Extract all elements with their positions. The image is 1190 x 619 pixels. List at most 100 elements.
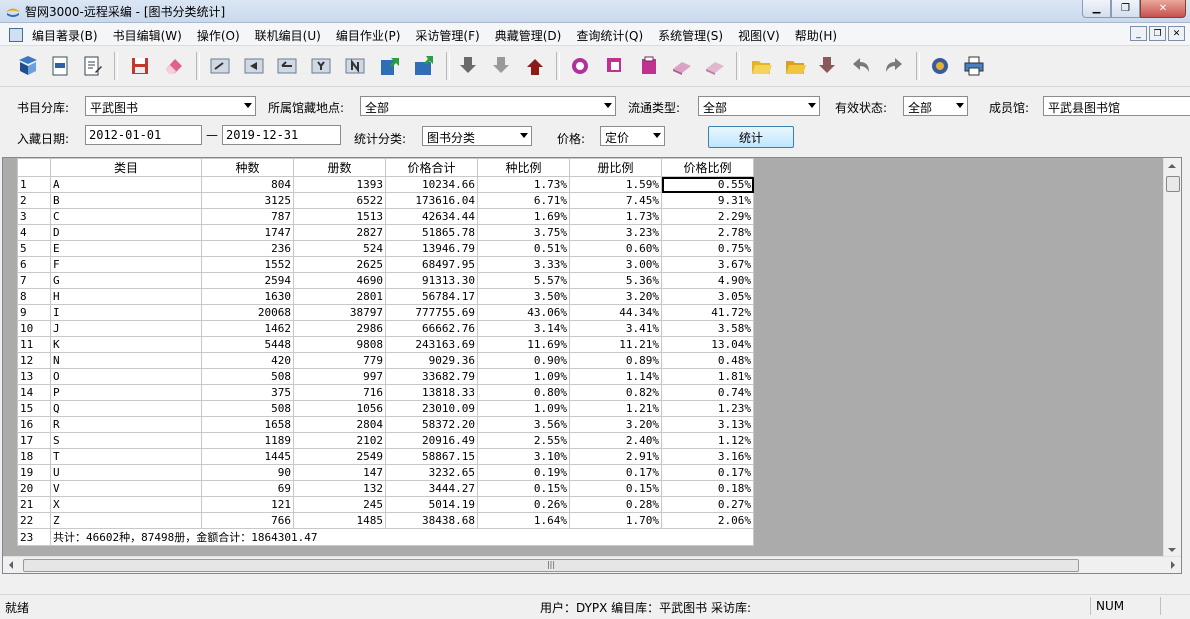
value-cell[interactable]: 804 [201, 176, 294, 193]
location-select[interactable]: 全部 [360, 96, 616, 116]
value-cell[interactable]: 1.59% [569, 176, 662, 193]
value-cell[interactable]: 1393 [293, 176, 386, 193]
table-row[interactable]: 4 D 1747 2827 51865.78 3.75% 3.23% 2.78% [17, 224, 754, 241]
table-row[interactable]: 2 B 3125 6522 173616.04 6.71% 7.45% 9.31% [17, 192, 754, 209]
value-cell[interactable]: 2.40% [569, 432, 662, 449]
category-cell[interactable]: O [50, 368, 202, 385]
value-cell[interactable]: 0.26% [477, 496, 570, 513]
menu-item-7[interactable]: 查询统计(Q) [576, 27, 643, 44]
value-cell[interactable]: 5014.19 [385, 496, 478, 513]
table-row[interactable]: 10 J 1462 2986 66662.76 3.14% 3.41% 3.58% [17, 320, 754, 337]
table-row[interactable]: 8 H 1630 2801 56784.17 3.50% 3.20% 3.05% [17, 288, 754, 305]
value-cell[interactable]: 0.17% [569, 464, 662, 481]
value-cell[interactable]: 90 [201, 464, 294, 481]
value-cell[interactable]: 7.45% [569, 192, 662, 209]
horizontal-scroll-thumb[interactable]: ||| [23, 559, 1079, 572]
date-to-field[interactable]: 2019-12-31 [222, 125, 341, 145]
value-cell[interactable]: 0.74% [661, 384, 754, 401]
value-cell[interactable]: 9808 [293, 336, 386, 353]
value-cell[interactable]: 43.06% [477, 304, 570, 321]
value-cell[interactable]: 1658 [201, 416, 294, 433]
table-row[interactable]: 7 G 2594 4690 91313.30 5.57% 5.36% 4.90% [17, 272, 754, 289]
row-number[interactable]: 5 [17, 240, 51, 257]
row-number[interactable]: 2 [17, 192, 51, 209]
row-number[interactable]: 23 [17, 528, 51, 546]
minimize-button[interactable]: ▁ [1082, 0, 1111, 18]
value-cell[interactable]: 2801 [293, 288, 386, 305]
scroll-right-icon[interactable] [1171, 561, 1175, 569]
table-row[interactable]: 5 E 236 524 13946.79 0.51% 0.60% 0.75% [17, 240, 754, 257]
value-cell[interactable]: 0.60% [569, 240, 662, 257]
category-cell[interactable]: D [50, 224, 202, 241]
value-cell[interactable]: 10234.66 [385, 176, 478, 193]
value-cell[interactable]: 11.69% [477, 336, 570, 353]
value-cell[interactable]: 0.89% [569, 352, 662, 369]
value-cell[interactable]: 38438.68 [385, 512, 478, 529]
value-cell[interactable]: 0.15% [569, 480, 662, 497]
value-cell[interactable]: 6522 [293, 192, 386, 209]
value-cell[interactable]: 5.36% [569, 272, 662, 289]
value-cell[interactable]: 1445 [201, 448, 294, 465]
row-number[interactable]: 7 [17, 272, 51, 289]
download-icon[interactable] [456, 54, 480, 78]
refresh-icon[interactable] [568, 54, 592, 78]
category-cell[interactable]: I [50, 304, 202, 321]
scroll-down-icon[interactable] [1168, 548, 1176, 552]
down-move-icon[interactable] [489, 54, 513, 78]
value-cell[interactable]: 9.31% [661, 192, 754, 209]
value-cell[interactable]: 3232.65 [385, 464, 478, 481]
row-number[interactable]: 8 [17, 288, 51, 305]
value-cell[interactable]: 245 [293, 496, 386, 513]
category-cell[interactable]: B [50, 192, 202, 209]
value-cell[interactable]: 11.21% [569, 336, 662, 353]
total-row[interactable]: 23 共计：46602种，87498册，金额合计：1864301.47 [17, 528, 754, 546]
value-cell[interactable]: 132 [293, 480, 386, 497]
row-number[interactable]: 19 [17, 464, 51, 481]
price-select[interactable]: 定价 [600, 126, 665, 146]
category-cell[interactable]: J [50, 320, 202, 337]
value-cell[interactable]: 716 [293, 384, 386, 401]
value-cell[interactable]: 23010.09 [385, 400, 478, 417]
row-number[interactable]: 16 [17, 416, 51, 433]
value-cell[interactable]: 3.14% [477, 320, 570, 337]
value-cell[interactable]: 2986 [293, 320, 386, 337]
category-cell[interactable]: Q [50, 400, 202, 417]
value-cell[interactable]: 1.64% [477, 512, 570, 529]
value-cell[interactable]: 0.19% [477, 464, 570, 481]
value-cell[interactable]: 1.81% [661, 368, 754, 385]
value-cell[interactable]: 0.18% [661, 480, 754, 497]
value-cell[interactable]: 2.55% [477, 432, 570, 449]
value-cell[interactable]: 20916.49 [385, 432, 478, 449]
value-cell[interactable]: 3444.27 [385, 480, 478, 497]
value-cell[interactable]: 375 [201, 384, 294, 401]
category-cell[interactable]: V [50, 480, 202, 497]
value-cell[interactable]: 38797 [293, 304, 386, 321]
undo-icon[interactable] [849, 54, 873, 78]
mdi-window-icon[interactable] [9, 28, 23, 42]
value-cell[interactable]: 3.41% [569, 320, 662, 337]
value-cell[interactable]: 0.15% [477, 480, 570, 497]
mdi-minimize-button[interactable]: _ [1130, 26, 1147, 41]
menu-item-3[interactable]: 联机编目(U) [255, 27, 321, 44]
menu-item-2[interactable]: 操作(O) [197, 27, 240, 44]
menu-item-5[interactable]: 采访管理(F) [415, 27, 479, 44]
row-number[interactable]: 14 [17, 384, 51, 401]
table-row[interactable]: 12 N 420 779 9029.36 0.90% 0.89% 0.48% [17, 352, 754, 369]
value-cell[interactable]: 5.57% [477, 272, 570, 289]
document-edit-icon[interactable] [80, 54, 104, 78]
value-cell[interactable]: 3.16% [661, 448, 754, 465]
scroll-left-icon[interactable] [9, 561, 13, 569]
value-cell[interactable]: 3.05% [661, 288, 754, 305]
table-row[interactable]: 6 F 1552 2625 68497.95 3.33% 3.00% 3.67% [17, 256, 754, 273]
value-cell[interactable]: 508 [201, 368, 294, 385]
value-cell[interactable]: 243163.69 [385, 336, 478, 353]
value-cell[interactable]: 1.73% [569, 208, 662, 225]
value-cell[interactable]: 42634.44 [385, 208, 478, 225]
category-cell[interactable]: U [50, 464, 202, 481]
row-number[interactable]: 6 [17, 256, 51, 273]
catalog-book-icon[interactable] [16, 54, 40, 78]
category-cell[interactable]: C [50, 208, 202, 225]
value-cell[interactable]: 1.14% [569, 368, 662, 385]
copy-icon[interactable] [603, 54, 627, 78]
value-cell[interactable]: 13818.33 [385, 384, 478, 401]
